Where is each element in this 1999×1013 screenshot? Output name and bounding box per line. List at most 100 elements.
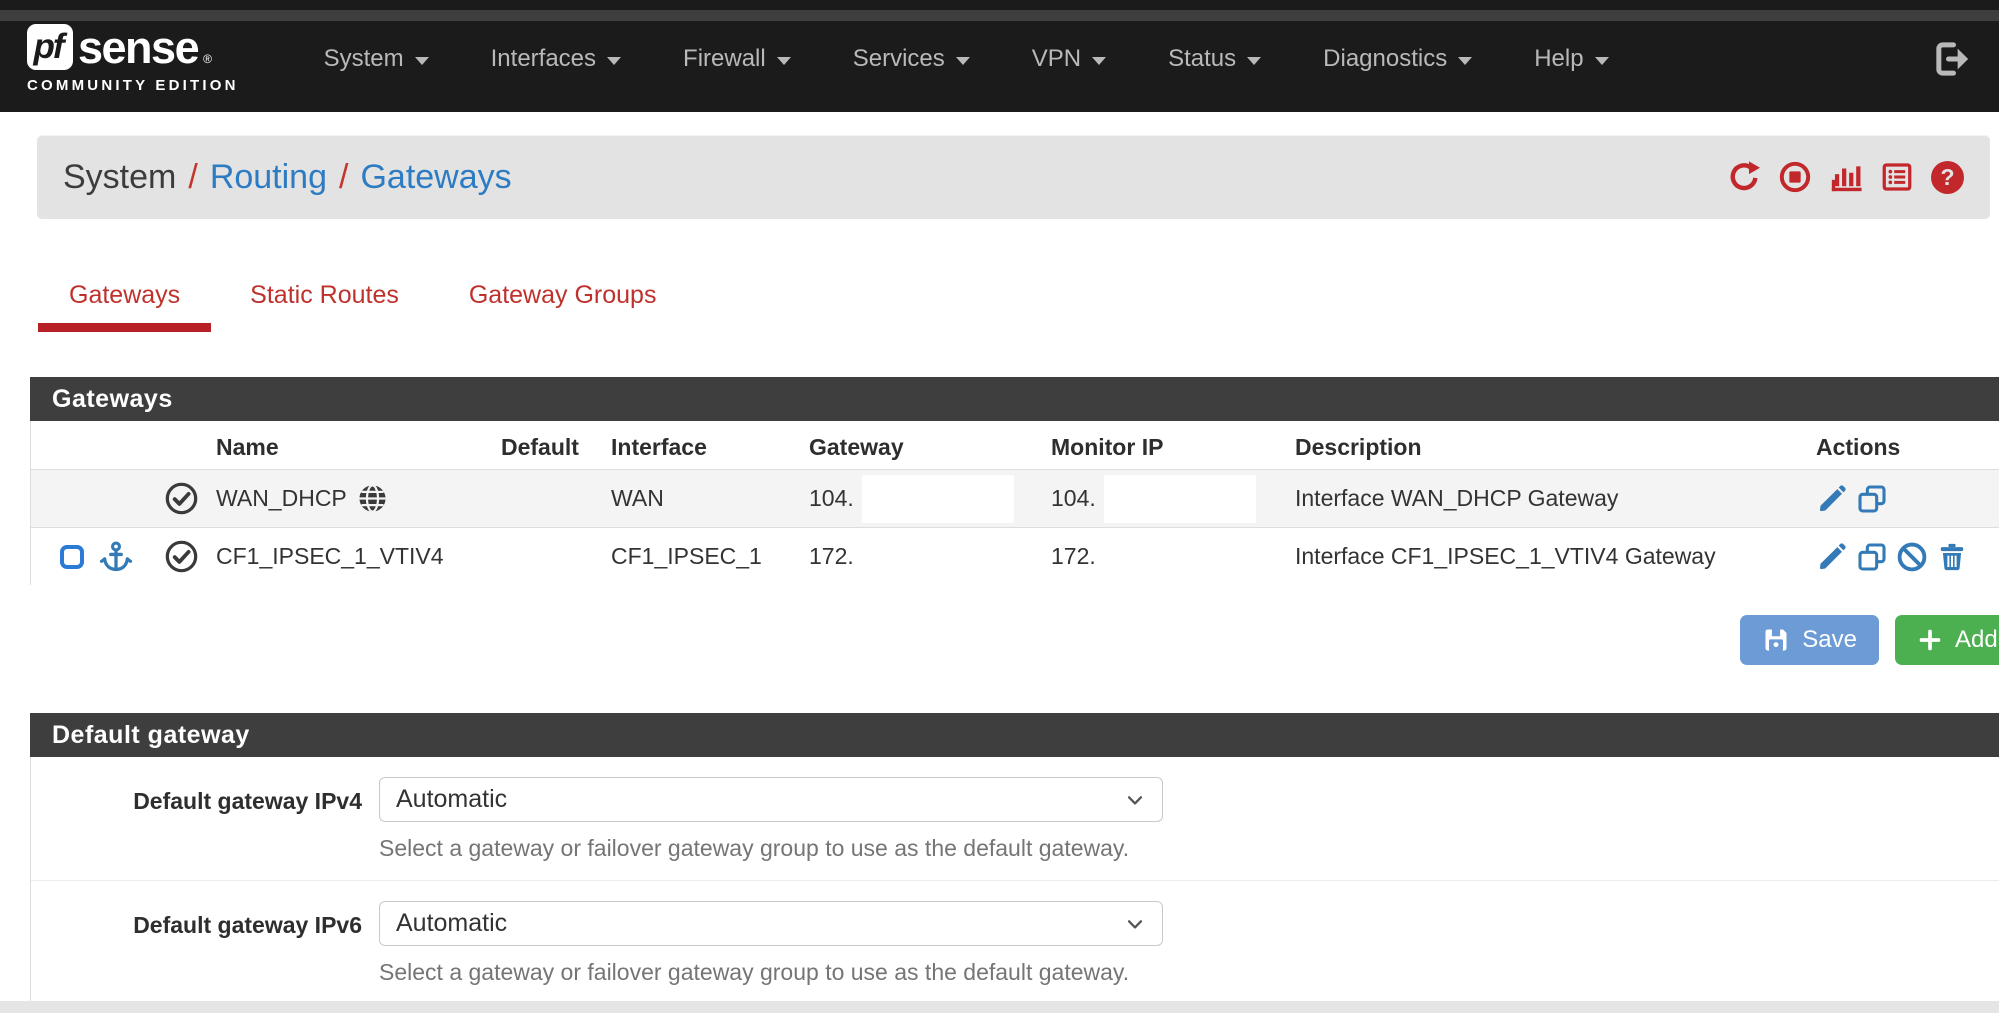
chevron-down-icon bbox=[1092, 57, 1106, 65]
table-header-row: Name Default Interface Gateway Monitor I… bbox=[31, 421, 1999, 469]
menu-system[interactable]: System bbox=[293, 29, 460, 89]
edit-gateway-button[interactable] bbox=[1816, 541, 1848, 573]
gateway-address: 172. bbox=[809, 543, 1051, 570]
default-gateway-ipv4-label: Default gateway IPv4 bbox=[31, 777, 362, 862]
check-circle-icon bbox=[163, 538, 200, 575]
gateway-status-cell bbox=[161, 538, 216, 575]
copy-gateway-button[interactable] bbox=[1856, 483, 1888, 515]
breadcrumb-link-gateways[interactable]: Gateways bbox=[360, 158, 511, 197]
menu-vpn[interactable]: VPN bbox=[1001, 29, 1137, 89]
menu-interfaces[interactable]: Interfaces bbox=[460, 29, 652, 89]
check-circle-icon bbox=[163, 480, 200, 517]
delete-gateway-button[interactable] bbox=[1936, 541, 1968, 573]
menu-diagnostics-label: Diagnostics bbox=[1323, 45, 1447, 73]
menu-system-label: System bbox=[324, 45, 404, 73]
pencil-icon bbox=[1816, 541, 1848, 573]
bar-chart-icon bbox=[1829, 160, 1863, 194]
default-gateway-panel: Default gateway Default gateway IPv4 Aut… bbox=[30, 713, 1999, 1004]
selected-option: Automatic bbox=[396, 785, 507, 814]
default-gateway-ipv6-select[interactable]: Automatic bbox=[379, 901, 1163, 946]
row-select-cell bbox=[31, 539, 161, 575]
default-gateway-ipv4-select[interactable]: Automatic bbox=[379, 777, 1163, 822]
selected-option: Automatic bbox=[396, 909, 507, 938]
tab-gateways-label: Gateways bbox=[69, 281, 180, 309]
menu-status-label: Status bbox=[1168, 45, 1236, 73]
gateway-interface: CF1_IPSEC_1 bbox=[611, 543, 809, 570]
chevron-down-icon bbox=[1247, 57, 1261, 65]
menu-help-label: Help bbox=[1534, 45, 1583, 73]
main-menu: System Interfaces Firewall Services VPN … bbox=[293, 29, 1640, 89]
chevron-down-icon bbox=[1458, 57, 1472, 65]
ban-icon bbox=[1896, 541, 1928, 573]
menu-status[interactable]: Status bbox=[1137, 29, 1292, 89]
chevron-down-icon bbox=[1122, 787, 1148, 813]
anchor-icon[interactable] bbox=[98, 539, 134, 575]
log-list-icon bbox=[1880, 160, 1914, 194]
plus-icon bbox=[1917, 627, 1943, 653]
sign-out-icon bbox=[1931, 39, 1971, 79]
tab-static-routes[interactable]: Static Routes bbox=[219, 281, 430, 332]
tab-gateways[interactable]: Gateways bbox=[38, 281, 211, 332]
monitor-ip: 104. bbox=[1051, 485, 1096, 512]
logo-subtitle: COMMUNITY EDITION bbox=[27, 77, 239, 94]
column-header-interface: Interface bbox=[611, 430, 809, 461]
tab-static-routes-label: Static Routes bbox=[250, 281, 399, 309]
sign-out-button[interactable] bbox=[1931, 39, 1971, 79]
gateway-name: WAN_DHCP bbox=[216, 485, 347, 512]
column-header-monitor-ip: Monitor IP bbox=[1051, 430, 1295, 461]
default-gateway-ipv6-help: Select a gateway or failover gateway gro… bbox=[379, 959, 1163, 986]
breadcrumb: System / Routing / Gateways bbox=[63, 158, 512, 197]
menu-help[interactable]: Help bbox=[1503, 29, 1639, 89]
globe-icon bbox=[356, 482, 389, 515]
registered-mark: ® bbox=[203, 52, 212, 66]
menu-firewall[interactable]: Firewall bbox=[652, 29, 822, 89]
gateways-table: Name Default Interface Gateway Monitor I… bbox=[30, 421, 1999, 585]
chevron-down-icon bbox=[607, 57, 621, 65]
menu-firewall-label: Firewall bbox=[683, 45, 766, 73]
breadcrumb-link-routing[interactable]: Routing bbox=[210, 158, 327, 197]
trash-icon bbox=[1936, 541, 1968, 573]
disable-gateway-button[interactable] bbox=[1896, 541, 1928, 573]
header-spacer bbox=[31, 443, 161, 447]
checkbox-icon[interactable] bbox=[57, 542, 87, 572]
pfsense-logo[interactable]: pf sense ® COMMUNITY EDITION bbox=[27, 24, 239, 94]
gateways-panel: Gateways Name Default Interface Gateway … bbox=[30, 377, 1999, 585]
status-graph-button[interactable] bbox=[1829, 160, 1863, 194]
column-header-gateway: Gateway bbox=[809, 430, 1051, 461]
page-action-icons: ? bbox=[1727, 160, 1964, 194]
monitor-ip-cell: 104. bbox=[1051, 475, 1295, 523]
header-spacer bbox=[161, 443, 216, 447]
copy-gateway-button[interactable] bbox=[1856, 541, 1888, 573]
menu-services-label: Services bbox=[853, 45, 945, 73]
menu-services[interactable]: Services bbox=[822, 29, 1001, 89]
default-gateway-ipv6-label: Default gateway IPv6 bbox=[31, 901, 362, 986]
menu-vpn-label: VPN bbox=[1032, 45, 1081, 73]
gateway-description: Interface WAN_DHCP Gateway bbox=[1295, 485, 1816, 512]
column-header-description: Description bbox=[1295, 430, 1816, 461]
chevron-down-icon bbox=[1122, 911, 1148, 937]
menu-diagnostics[interactable]: Diagnostics bbox=[1292, 29, 1503, 89]
add-gateway-button[interactable]: Add bbox=[1895, 615, 1999, 665]
edit-gateway-button[interactable] bbox=[1816, 483, 1848, 515]
log-button[interactable] bbox=[1880, 160, 1914, 194]
logo-sense-text: sense bbox=[78, 25, 198, 70]
routing-tabs: Gateways Static Routes Gateway Groups bbox=[38, 281, 1999, 332]
breadcrumb-bar: System / Routing / Gateways bbox=[37, 135, 1990, 219]
chevron-down-icon bbox=[777, 57, 791, 65]
tab-gateway-groups[interactable]: Gateway Groups bbox=[438, 281, 688, 332]
tab-gateway-groups-label: Gateway Groups bbox=[469, 281, 657, 309]
refresh-button[interactable] bbox=[1727, 160, 1761, 194]
pf-logo-tile: pf bbox=[27, 24, 73, 70]
column-header-actions: Actions bbox=[1816, 430, 1999, 461]
default-gateway-ipv4-help: Select a gateway or failover gateway gro… bbox=[379, 835, 1163, 862]
stop-button[interactable] bbox=[1778, 160, 1812, 194]
redacted-value bbox=[862, 475, 1014, 523]
redacted-value bbox=[1104, 475, 1256, 523]
help-button[interactable]: ? bbox=[1931, 161, 1964, 194]
form-row-ipv6: Default gateway IPv6 Automatic Select a … bbox=[31, 880, 1999, 1004]
default-gateway-form: Default gateway IPv4 Automatic Select a … bbox=[30, 757, 1999, 1004]
save-button[interactable]: Save bbox=[1740, 615, 1879, 665]
refresh-icon bbox=[1727, 160, 1761, 194]
top-navbar: pf sense ® COMMUNITY EDITION System Inte… bbox=[0, 0, 1999, 112]
default-gateway-panel-title: Default gateway bbox=[30, 713, 1999, 757]
